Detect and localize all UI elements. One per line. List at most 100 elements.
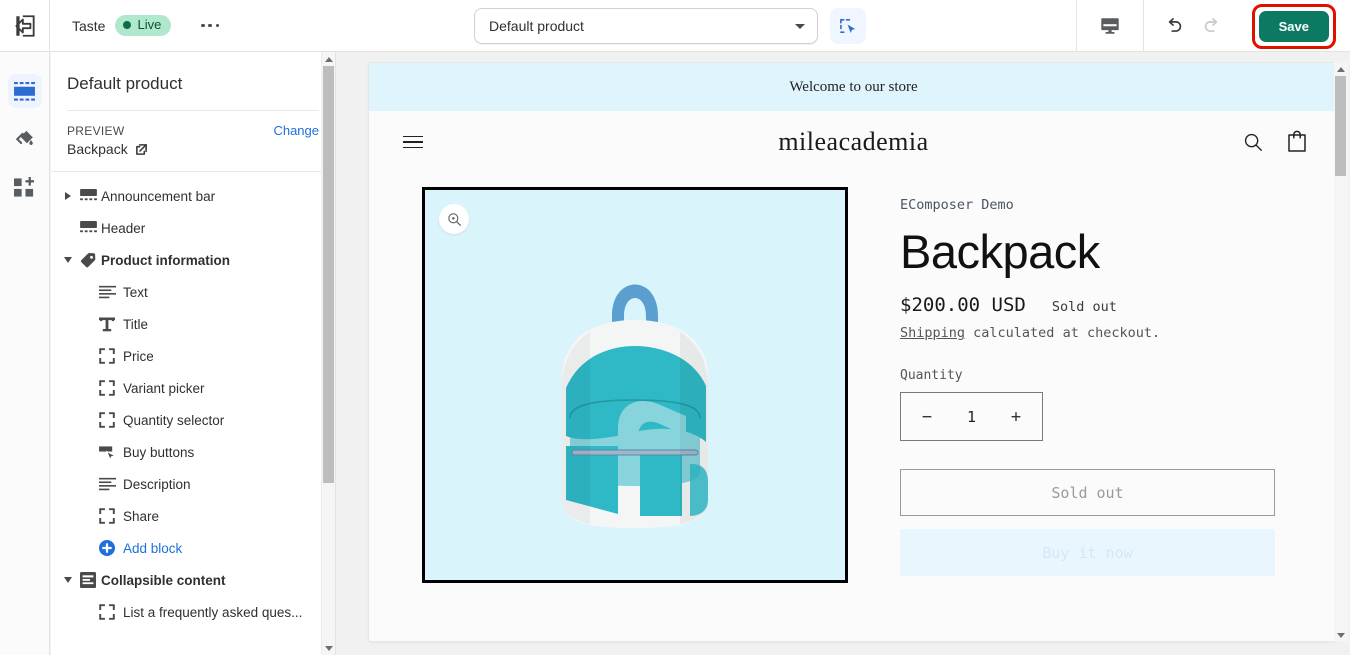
sidebar-item-buy-buttons[interactable]: Buy buttons [51, 436, 335, 468]
save-highlight-box: Save [1251, 3, 1336, 49]
preview-area: Welcome to our store mileacademia ECompo… [337, 52, 1350, 655]
cart-icon[interactable] [1286, 130, 1308, 154]
header-icons [1242, 130, 1308, 154]
product-selector[interactable]: Default product [474, 8, 818, 44]
status-badge[interactable]: Live [115, 15, 172, 36]
more-options-button[interactable] [195, 16, 225, 36]
preview-scroll-up-button[interactable] [1334, 62, 1347, 76]
quantity-stepper[interactable]: − 1 + [900, 392, 1043, 442]
sections-sidebar: Default product PREVIEW Change Backpack … [51, 52, 336, 655]
select-element-icon [839, 18, 855, 33]
plus-circle-icon [99, 540, 123, 556]
announcement-text: Welcome to our store [789, 78, 918, 95]
sidebar-scroll-down-button[interactable] [322, 641, 335, 655]
device-preview-button[interactable] [1077, 15, 1143, 37]
sidebar-item-product-information[interactable]: Product information [51, 244, 335, 276]
expand-arrow-icon[interactable] [61, 192, 75, 200]
status-dot-icon [123, 21, 132, 29]
collapse-arrow-icon[interactable] [61, 577, 75, 583]
sidebar-item-header[interactable]: Header [51, 212, 335, 244]
sidebar-item-list-a-frequently-asked-ques[interactable]: List a frequently asked ques... [51, 596, 335, 628]
sidebar-item-label: Buy buttons [123, 444, 195, 460]
quantity-value[interactable]: 1 [967, 408, 976, 426]
sidebar-item-quantity-selector[interactable]: Quantity selector [51, 404, 335, 436]
price-row: $200.00 USD Sold out [900, 294, 1280, 316]
sidebar-item-label: Share [123, 508, 160, 524]
shop-name: Taste [72, 17, 106, 34]
sidebar-item-collapsible-content[interactable]: Collapsible content [51, 564, 335, 596]
chevron-down-icon [64, 577, 72, 583]
buy-it-now-button[interactable]: Buy it now [900, 529, 1275, 577]
sidebar-item-share[interactable]: Share [51, 500, 335, 532]
zoom-in-icon [447, 212, 461, 226]
sidebar-item-description[interactable]: Description [51, 468, 335, 500]
sidebar-scroll-up-button[interactable] [322, 52, 335, 66]
hamburger-menu-icon[interactable] [403, 135, 423, 149]
change-preview-button[interactable]: Change [273, 123, 319, 138]
store-logo: mileacademia [778, 127, 929, 156]
theme-editor-app: Taste Live Default product Save Default … [0, 0, 1350, 655]
preview-value-row[interactable]: Backpack [67, 141, 319, 157]
product-page: EComposer Demo Backpack $200.00 USD Sold… [369, 173, 1338, 583]
sidebar-item-price[interactable]: Price [51, 340, 335, 372]
quantity-label: Quantity [900, 368, 963, 384]
title-t-icon [99, 317, 115, 331]
sidebar-item-text[interactable]: Text [51, 276, 335, 308]
sidebar-scroll-thumb[interactable] [323, 66, 334, 483]
preview-label: PREVIEW [67, 123, 125, 138]
section-icon [75, 221, 101, 235]
block-brackets-icon [99, 508, 123, 524]
ellipsis-icon [208, 23, 213, 28]
ellipsis-icon [215, 23, 220, 28]
block-brackets-icon [99, 508, 115, 524]
section-icon [79, 189, 97, 201]
block-brackets-icon [99, 604, 115, 620]
sidebar-title: Default product [67, 74, 183, 93]
search-icon[interactable] [1242, 131, 1264, 153]
text-lines-icon [99, 477, 123, 491]
plus-circle-icon [99, 540, 115, 556]
sidebar-item-title[interactable]: Title [51, 308, 335, 340]
sidebar-item-variant-picker[interactable]: Variant picker [51, 372, 335, 404]
scroll-down-arrow-icon [1336, 632, 1345, 638]
availability-badge: Sold out [1051, 299, 1117, 316]
redo-button[interactable] [1196, 10, 1228, 42]
block-brackets-icon [99, 412, 123, 428]
undo-icon [1168, 18, 1181, 32]
scroll-down-arrow-icon [324, 645, 333, 651]
title-t-icon [99, 317, 123, 332]
preview-scroll-down-button[interactable] [1334, 628, 1347, 642]
rail-item-sections[interactable] [7, 74, 42, 108]
preview-scrollbar[interactable] [1334, 62, 1348, 642]
exit-to-app-icon [14, 14, 35, 37]
product-gallery[interactable] [422, 187, 848, 583]
shipping-policy-link[interactable]: Shipping [900, 325, 965, 341]
quantity-decrease-button[interactable]: − [918, 407, 936, 427]
gallery-zoom-button[interactable] [439, 204, 469, 234]
desktop-icon [1100, 18, 1119, 34]
exit-button[interactable] [12, 13, 38, 39]
scroll-up-arrow-icon [324, 56, 333, 62]
rail-item-apps[interactable] [8, 170, 42, 204]
product-vendor: EComposer Demo [900, 197, 1014, 213]
preview-scroll-thumb[interactable] [1335, 76, 1346, 176]
add-to-cart-button[interactable]: Sold out [900, 469, 1275, 517]
sidebar-scrollbar[interactable] [321, 52, 335, 655]
undo-button[interactable] [1158, 10, 1190, 42]
buy-button-cursor-icon [99, 445, 123, 460]
left-icon-rail [0, 52, 50, 655]
inspector-button[interactable] [830, 8, 866, 44]
sidebar-item-add-block[interactable]: Add block [51, 532, 335, 564]
block-brackets-icon [99, 412, 115, 428]
toolbar-right: Save [1075, 0, 1350, 52]
quantity-increase-button[interactable]: + [1007, 407, 1025, 427]
save-button[interactable]: Save [1258, 10, 1329, 42]
block-brackets-icon [99, 380, 115, 396]
collapse-arrow-icon[interactable] [61, 257, 75, 263]
collapsible-content-icon [75, 572, 101, 588]
rail-item-theme-settings[interactable] [8, 122, 42, 156]
sidebar-item-announcement-bar[interactable]: Announcement bar [51, 180, 335, 212]
announcement-bar[interactable]: Welcome to our store [369, 63, 1338, 111]
product-selector-value: Default product [489, 18, 584, 34]
sidebar-item-label: Text [123, 284, 148, 300]
